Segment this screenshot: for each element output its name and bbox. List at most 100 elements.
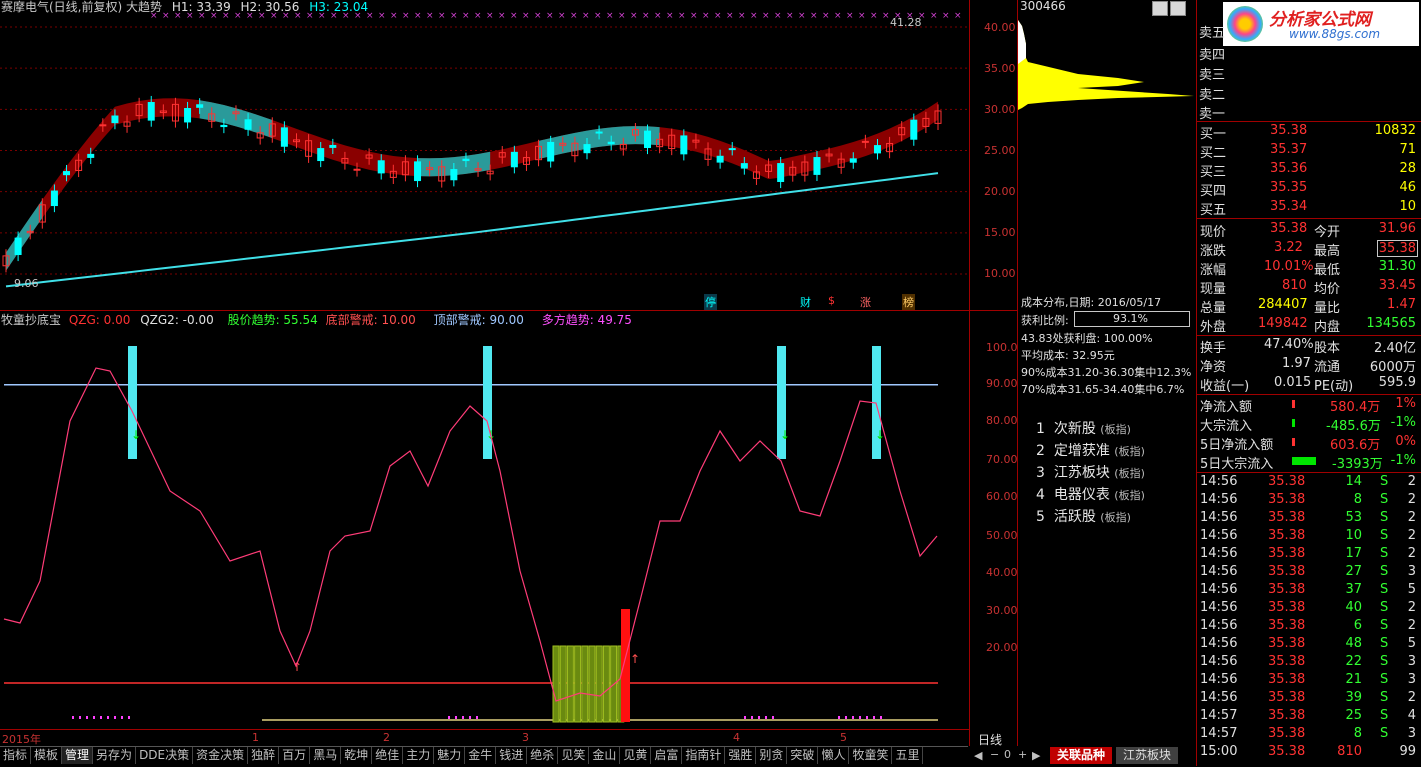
buy-level[interactable]: 买二 35.37 71 bbox=[1198, 141, 1420, 161]
indicator-tab[interactable]: 突破 bbox=[787, 747, 819, 764]
time-axis-label: 3 bbox=[522, 731, 529, 744]
indicator-tab[interactable]: 资金决策 bbox=[193, 747, 249, 764]
tick-row: 14:56 35.38 17 S 2 bbox=[1200, 546, 1416, 561]
flow-row: 大宗流入 -485.6万 -1% bbox=[1200, 415, 1416, 434]
indicator-tab[interactable]: 黑马 bbox=[310, 747, 342, 764]
time-axis-label: 2 bbox=[383, 731, 390, 744]
indicator-tab[interactable]: 百万 bbox=[279, 747, 311, 764]
sell-level-label: 卖五 bbox=[1199, 26, 1226, 41]
indicator-tab[interactable]: 独醉 bbox=[248, 747, 280, 764]
related-sector-item[interactable]: 4 电器仪表 (板指) bbox=[1036, 484, 1145, 504]
chip-histogram bbox=[1018, 20, 1194, 110]
buy-level[interactable]: 买三 35.36 28 bbox=[1198, 160, 1420, 180]
period-label[interactable]: 日线 bbox=[978, 731, 1002, 748]
indicator-tab[interactable]: 绝佳 bbox=[372, 747, 404, 764]
fundamental-row: 换手 47.40% 股本 2.40亿 bbox=[1200, 337, 1416, 356]
indicator-tab[interactable]: 绝杀 bbox=[527, 747, 559, 764]
signal-mark: × bbox=[954, 11, 962, 21]
bottom-signal-bar bbox=[552, 645, 560, 723]
bottom-signal-bar bbox=[588, 645, 596, 723]
signal-mark: × bbox=[150, 11, 158, 21]
watermark-url: www.88gs.com bbox=[1289, 27, 1381, 41]
indicator-axis-label: 90.00 bbox=[986, 377, 1018, 390]
indicator-tab[interactable]: 乾坤 bbox=[341, 747, 373, 764]
watermark-logo: 分析家公式网 www.88gs.com bbox=[1223, 2, 1419, 46]
tab-jiangsu-sector[interactable]: 江苏板块 bbox=[1116, 747, 1178, 764]
indicator-tab[interactable]: 指标 bbox=[0, 747, 32, 764]
event-mark-list[interactable]: 榜 bbox=[902, 294, 915, 310]
signal-mark: × bbox=[462, 11, 470, 21]
top-signal-bar bbox=[777, 346, 786, 459]
indicator-panel[interactable]: 牧童抄底宝 QZG: 0.00 QZG2: -0.00 股价趋势: 55.54 … bbox=[0, 311, 970, 729]
related-sector-item[interactable]: 3 江苏板块 (板指) bbox=[1036, 462, 1145, 482]
low-mark-label: 9.06 bbox=[14, 277, 39, 290]
price-axis: 40.00 35.00 30.00 25.00 20.00 15.00 10.0… bbox=[970, 0, 1018, 310]
indicator-tab[interactable]: 强胜 bbox=[725, 747, 757, 764]
zoom-plus-icon[interactable]: + bbox=[1018, 748, 1027, 761]
signal-mark: × bbox=[606, 11, 614, 21]
candle-body bbox=[644, 130, 652, 149]
indicator-tab[interactable]: 主力 bbox=[403, 747, 435, 764]
buy-level[interactable]: 买五 35.34 10 bbox=[1198, 198, 1420, 218]
indicator-tab[interactable]: 五里 bbox=[892, 747, 924, 764]
signal-dot bbox=[476, 716, 478, 719]
related-sector-item[interactable]: 5 活跃股 (板指) bbox=[1036, 506, 1131, 526]
divider bbox=[0, 310, 1018, 311]
signal-dot bbox=[859, 716, 861, 719]
event-mark-dollar[interactable]: $ bbox=[828, 294, 835, 307]
related-sector-item[interactable]: 1 次新股 (板指) bbox=[1036, 418, 1131, 438]
signal-dot bbox=[86, 716, 88, 719]
tick-row: 14:56 35.38 22 S 3 bbox=[1200, 654, 1416, 669]
tick-row: 14:56 35.38 6 S 2 bbox=[1200, 618, 1416, 633]
scroll-left-icon[interactable]: ◀ bbox=[974, 749, 982, 762]
signal-dot bbox=[744, 716, 746, 719]
indicator-tab[interactable]: 牧童笑 bbox=[849, 747, 893, 764]
tick-row: 14:56 35.38 53 S 2 bbox=[1200, 510, 1416, 525]
signal-mark: × bbox=[750, 11, 758, 21]
candle-body bbox=[728, 148, 736, 151]
signal-dot bbox=[107, 716, 109, 719]
quote-row: 现量 810 均价 33.45 bbox=[1200, 278, 1416, 297]
event-mark-limit-up[interactable]: 涨 bbox=[860, 294, 871, 310]
indicator-tab[interactable]: 模板 bbox=[31, 747, 63, 764]
candle-body bbox=[910, 119, 918, 140]
tab-related-products[interactable]: 关联品种 bbox=[1050, 747, 1112, 764]
signal-mark: × bbox=[234, 11, 242, 21]
buy-level[interactable]: 买一 35.38 10832 bbox=[1198, 122, 1420, 142]
related-sector-item[interactable]: 2 定增获准 (板指) bbox=[1036, 440, 1145, 460]
candle-body bbox=[450, 169, 458, 181]
indicator-tab[interactable]: 见黄 bbox=[620, 747, 652, 764]
signal-mark: × bbox=[414, 11, 422, 21]
signal-mark: × bbox=[366, 11, 374, 21]
indicator-axis-label: 70.00 bbox=[986, 453, 1018, 466]
indicator-tab[interactable]: 另存为 bbox=[93, 747, 137, 764]
event-mark-finance[interactable]: 财 bbox=[800, 294, 811, 310]
indicator-tab[interactable]: 管理 bbox=[62, 747, 94, 764]
chip-line: 平均成本: 32.95元 bbox=[1021, 349, 1115, 362]
scroll-right-icon[interactable]: ▶ bbox=[1032, 749, 1040, 762]
indicator-tab[interactable]: 指南针 bbox=[682, 747, 726, 764]
quote-row: 总量 284407 量比 1.47 bbox=[1200, 297, 1416, 316]
scroll-controls[interactable]: ◀ − 0 + ▶ bbox=[970, 747, 1048, 765]
indicator-tab[interactable]: 别贪 bbox=[756, 747, 788, 764]
buy-level[interactable]: 买四 35.35 46 bbox=[1198, 179, 1420, 199]
indicator-tab[interactable]: 见笑 bbox=[558, 747, 590, 764]
indicator-tab[interactable]: 金牛 bbox=[465, 747, 497, 764]
zoom-minus-icon[interactable]: − bbox=[990, 748, 999, 761]
indicator-tab[interactable]: 钱进 bbox=[496, 747, 528, 764]
indicator-tab[interactable]: 金山 bbox=[589, 747, 621, 764]
down-arrow-icon: ↓ bbox=[780, 428, 790, 442]
event-mark-stop[interactable]: 停 bbox=[704, 294, 717, 310]
indicator-tab[interactable]: DDE决策 bbox=[136, 747, 194, 764]
indicator-tab[interactable]: 魅力 bbox=[434, 747, 466, 764]
signal-dot bbox=[121, 716, 123, 719]
indicator-tab[interactable]: 启富 bbox=[651, 747, 683, 764]
price-chart-panel[interactable]: 赛摩电气(日线,前复权) 大趋势 H1: 33.39 H2: 30.56 H3:… bbox=[0, 0, 970, 310]
candle-body bbox=[14, 237, 22, 255]
sell-level-label: 卖一 bbox=[1199, 107, 1226, 122]
signal-mark: × bbox=[306, 11, 314, 21]
chip-line: 90%成本31.20-36.30集中12.3% bbox=[1021, 366, 1192, 379]
indicator-tab[interactable]: 懒人 bbox=[818, 747, 850, 764]
indicator-axis-label: 80.00 bbox=[986, 414, 1018, 427]
signal-dot bbox=[469, 716, 471, 719]
